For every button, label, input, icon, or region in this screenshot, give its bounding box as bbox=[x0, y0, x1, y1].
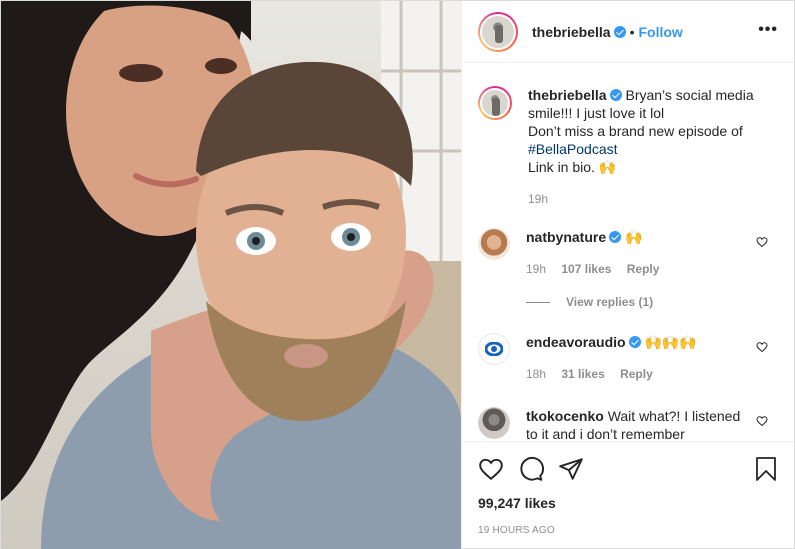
like-count[interactable]: 99,247 likes bbox=[478, 495, 778, 511]
follow-button[interactable]: Follow bbox=[639, 24, 683, 40]
more-icon[interactable]: ••• bbox=[758, 21, 778, 39]
comment-like-icon[interactable] bbox=[756, 415, 768, 427]
comment-item: tkokocenko Wait what?! I listened to it … bbox=[478, 407, 778, 441]
view-replies-label[interactable]: View replies (1) bbox=[566, 295, 653, 309]
caption-text: thebriebella Bryan’s social media smile!… bbox=[528, 86, 778, 208]
share-icon[interactable] bbox=[558, 456, 584, 482]
comment-body: endeavoraudio 🙌🙌🙌 18h 31 likes Reply bbox=[526, 333, 778, 383]
post-actions: 99,247 likes 19 HOURS AGO bbox=[462, 441, 794, 549]
comment-item: natbynature 🙌 19h 107 likes Reply bbox=[478, 228, 778, 278]
caption-username[interactable]: thebriebella bbox=[528, 87, 607, 103]
author-username[interactable]: thebriebella bbox=[532, 24, 611, 40]
caption: thebriebella Bryan’s social media smile!… bbox=[478, 86, 778, 208]
commenter-avatar[interactable] bbox=[478, 333, 510, 365]
comment-time[interactable]: 18h bbox=[526, 367, 546, 381]
verified-icon bbox=[609, 89, 622, 101]
caption-time[interactable]: 19h bbox=[528, 192, 548, 206]
verified-icon bbox=[628, 336, 641, 348]
caption-line3: Link in bio. 🙌 bbox=[528, 159, 617, 175]
commenter-avatar[interactable] bbox=[478, 407, 510, 439]
comment-meta: 18h 31 likes Reply bbox=[526, 365, 748, 383]
caption-hashtag[interactable]: #BellaPodcast bbox=[528, 141, 618, 157]
heart-icon[interactable] bbox=[478, 456, 504, 482]
comment-body: natbynature 🙌 19h 107 likes Reply bbox=[526, 228, 778, 278]
reply-button[interactable]: Reply bbox=[620, 367, 653, 381]
comment-like-icon[interactable] bbox=[756, 236, 768, 248]
comment-text: 🙌 bbox=[625, 229, 643, 245]
verified-icon bbox=[613, 25, 626, 38]
caption-line2: Don’t miss a brand new episode of bbox=[528, 123, 743, 139]
comment-body: tkokocenko Wait what?! I listened to it … bbox=[526, 407, 778, 441]
comment-like-icon[interactable] bbox=[756, 341, 768, 353]
post-photo[interactable] bbox=[1, 1, 461, 549]
author-info: thebriebella • Follow bbox=[532, 24, 683, 40]
view-replies-button[interactable]: View replies (1) bbox=[526, 295, 778, 309]
endeavor-logo-icon bbox=[485, 342, 503, 356]
instagram-post: thebriebella • Follow ••• thebriebella B… bbox=[0, 0, 795, 549]
comment-time[interactable]: 19h bbox=[526, 262, 546, 276]
post-timestamp[interactable]: 19 HOURS AGO bbox=[478, 525, 778, 536]
comments-list[interactable]: thebriebella Bryan’s social media smile!… bbox=[462, 64, 794, 441]
comment-likes[interactable]: 107 likes bbox=[561, 262, 611, 276]
save-icon[interactable] bbox=[754, 456, 778, 482]
comment-text: 🙌🙌🙌 bbox=[644, 334, 697, 350]
selfie-illustration bbox=[1, 1, 461, 549]
comment-item: endeavoraudio 🙌🙌🙌 18h 31 likes Reply bbox=[478, 333, 778, 383]
caption-avatar[interactable] bbox=[478, 86, 512, 120]
reply-button[interactable]: Reply bbox=[627, 262, 660, 276]
post-side-panel: thebriebella • Follow ••• thebriebella B… bbox=[461, 1, 794, 549]
commenter-avatar[interactable] bbox=[478, 228, 510, 260]
comment-username[interactable]: tkokocenko bbox=[526, 408, 604, 424]
author-avatar[interactable] bbox=[478, 11, 518, 52]
post-header: thebriebella • Follow ••• bbox=[462, 1, 794, 63]
verified-icon bbox=[609, 231, 622, 243]
caption-meta: 19h bbox=[528, 190, 768, 208]
separator-dot: • bbox=[629, 23, 635, 40]
comment-username[interactable]: endeavoraudio bbox=[526, 334, 626, 350]
comment-icon[interactable] bbox=[518, 456, 544, 482]
comment-meta: 19h 107 likes Reply bbox=[526, 260, 748, 278]
comment-username[interactable]: natbynature bbox=[526, 229, 606, 245]
comment-likes[interactable]: 31 likes bbox=[561, 367, 604, 381]
action-bar bbox=[478, 454, 778, 484]
